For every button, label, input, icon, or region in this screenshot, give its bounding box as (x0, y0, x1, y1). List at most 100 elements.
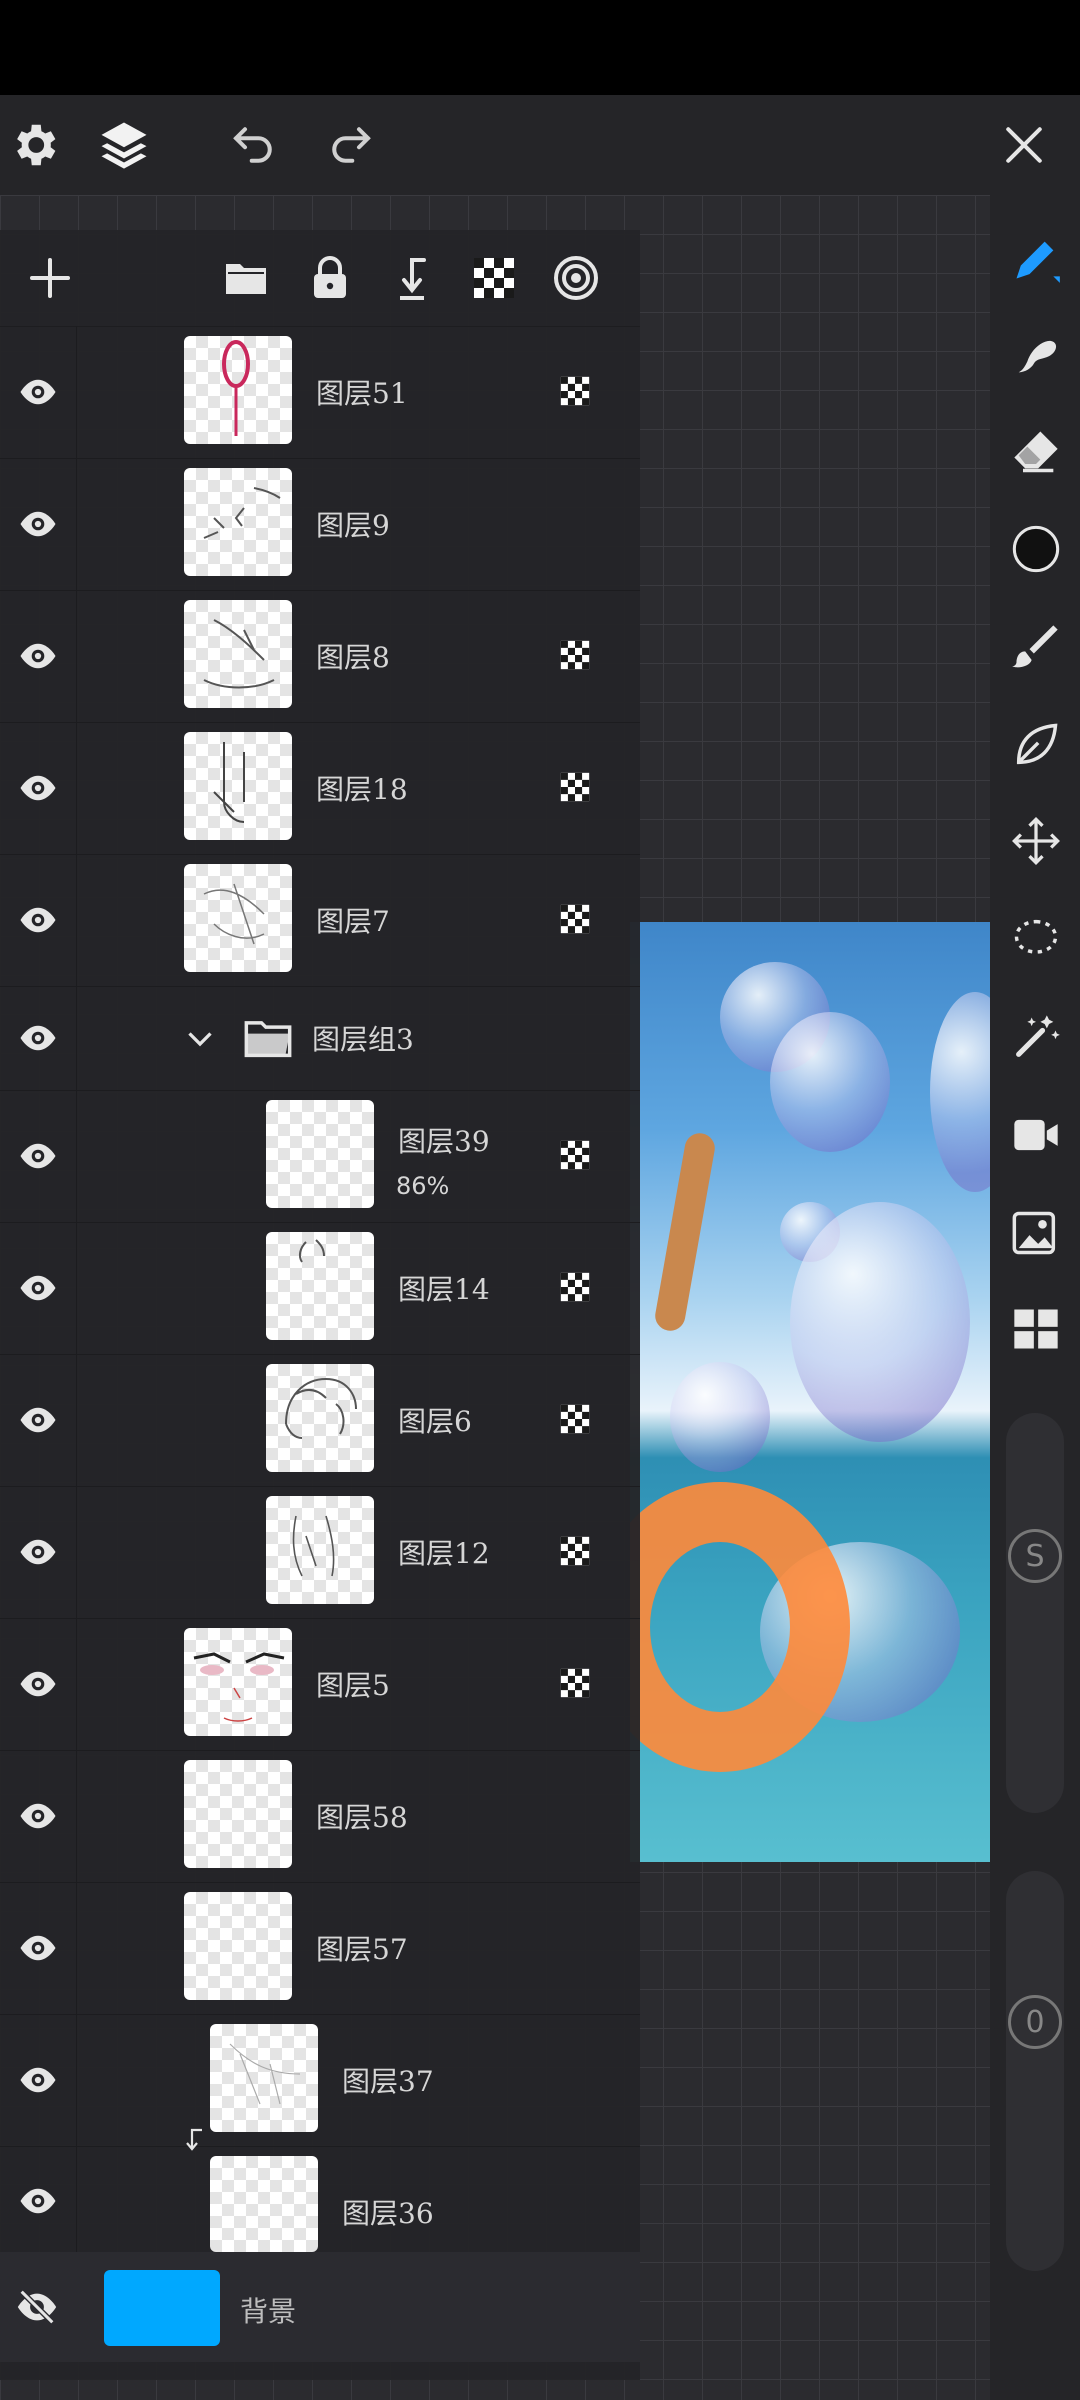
eraser-icon[interactable] (1008, 423, 1064, 479)
layer-row[interactable]: 图层8 (0, 590, 640, 723)
visibility-eye-icon[interactable] (0, 2146, 77, 2256)
layer-thumbnail (184, 600, 292, 708)
layer-row[interactable]: 图层39 86% (0, 1090, 640, 1223)
visibility-eye-icon[interactable] (0, 1882, 77, 2014)
layer-name: 图层39 (398, 1125, 490, 1158)
layer-name: 图层36 (342, 2197, 434, 2230)
visibility-eye-icon[interactable] (0, 1354, 77, 1486)
folder-icon[interactable] (218, 250, 274, 306)
alpha-lock-icon[interactable] (558, 1138, 592, 1172)
add-layer-icon[interactable] (22, 250, 78, 306)
layer-opacity: 86% (396, 1172, 450, 1200)
layer-row[interactable]: 图层9 (0, 458, 640, 591)
image-icon[interactable] (1008, 1205, 1064, 1261)
layer-row[interactable]: 图层18 (0, 722, 640, 855)
alpha-lock-icon[interactable] (558, 902, 592, 936)
status-bar (0, 0, 1080, 95)
hidden-eye-icon[interactable] (14, 2284, 60, 2330)
size-knob[interactable]: S (1008, 1529, 1062, 1583)
opacity-knob[interactable]: 0 (1008, 1995, 1062, 2049)
layer-row[interactable]: 图层14 (0, 1222, 640, 1355)
layer-row[interactable]: 图层37 (0, 2014, 640, 2151)
pen-icon[interactable] (1008, 231, 1064, 287)
move-icon[interactable] (1008, 813, 1064, 869)
visibility-eye-icon[interactable] (0, 1618, 77, 1750)
layer-name: 图层57 (316, 1933, 408, 1966)
visibility-eye-icon[interactable] (0, 854, 77, 986)
layer-thumbnail (266, 1232, 374, 1340)
layers-panel: 图层51 图层9 图层8 图层18 图层7 图层组3 图层39 86% 图层14… (0, 230, 640, 2380)
visibility-eye-icon[interactable] (0, 1090, 77, 1222)
artwork-preview (630, 922, 990, 1862)
grid-icon[interactable] (1008, 1301, 1064, 1357)
alpha-lock-icon[interactable] (558, 1270, 592, 1304)
alpha-lock-icon[interactable] (466, 250, 522, 306)
group-name: 图层组3 (312, 1023, 414, 1056)
visibility-eye-icon[interactable] (0, 458, 77, 590)
layer-name: 图层5 (316, 1669, 390, 1702)
redo-icon[interactable] (318, 113, 382, 177)
layer-thumbnail (266, 1100, 374, 1208)
layer-thumbnail (184, 864, 292, 972)
video-icon[interactable] (1008, 1107, 1064, 1163)
visibility-eye-icon[interactable] (0, 986, 77, 1090)
visibility-eye-icon[interactable] (0, 590, 77, 722)
visibility-eye-icon[interactable] (0, 2014, 77, 2146)
brush-size-slider[interactable]: S (1006, 1413, 1064, 1813)
layer-row[interactable]: 图层12 (0, 1486, 640, 1619)
layer-name: 图层58 (316, 1801, 408, 1834)
top-toolbar (0, 95, 1080, 196)
layer-thumbnail (266, 1364, 374, 1472)
layer-row[interactable]: 图层6 (0, 1354, 640, 1487)
layer-row[interactable]: 图层7 (0, 854, 640, 987)
background-layer-row[interactable]: 背景 (0, 2252, 640, 2362)
brush-icon[interactable] (1008, 619, 1064, 675)
layer-name: 图层18 (316, 773, 408, 806)
layer-row[interactable]: 图层5 (0, 1618, 640, 1751)
lasso-icon[interactable] (1008, 911, 1064, 967)
visibility-eye-icon[interactable] (0, 1222, 77, 1354)
chevron-down-icon[interactable] (182, 1020, 218, 1056)
merge-down-icon[interactable] (384, 250, 440, 306)
visibility-eye-icon[interactable] (0, 722, 77, 854)
background-color-swatch[interactable] (104, 2270, 220, 2346)
layer-row[interactable]: 图层51 (0, 326, 640, 459)
clipping-icon[interactable] (548, 250, 604, 306)
color-icon[interactable] (1008, 521, 1064, 577)
layer-group-row[interactable]: 图层组3 (0, 986, 640, 1091)
settings-icon[interactable] (2, 113, 66, 177)
layer-name: 图层51 (316, 377, 408, 410)
background-layer-name: 背景 (240, 2295, 297, 2328)
alpha-lock-icon[interactable] (558, 1666, 592, 1700)
undo-icon[interactable] (222, 113, 286, 177)
leaf-icon[interactable] (1008, 717, 1064, 773)
alpha-lock-icon[interactable] (558, 1534, 592, 1568)
layer-thumbnail (210, 2024, 318, 2132)
alpha-lock-icon[interactable] (558, 1402, 592, 1436)
close-icon[interactable] (992, 113, 1056, 177)
layer-row[interactable]: 图层58 (0, 1750, 640, 1883)
layer-name: 图层14 (398, 1273, 490, 1306)
alpha-lock-icon[interactable] (558, 638, 592, 672)
layer-row[interactable]: 图层57 (0, 1882, 640, 2015)
layers-toolbar (0, 230, 640, 327)
layer-thumbnail (184, 1892, 292, 2000)
visibility-eye-icon[interactable] (0, 1486, 77, 1618)
opacity-slider[interactable]: 0 (1006, 1871, 1064, 2271)
visibility-eye-icon[interactable] (0, 1750, 77, 1882)
layers-icon[interactable] (92, 113, 156, 177)
layer-thumbnail (184, 468, 292, 576)
smudge-icon[interactable] (1008, 327, 1064, 383)
layer-row[interactable]: 图层36 (0, 2146, 640, 2257)
alpha-lock-icon[interactable] (558, 374, 592, 408)
visibility-eye-icon[interactable] (0, 326, 77, 458)
layer-thumbnail (184, 336, 292, 444)
folder-icon (240, 1012, 296, 1064)
right-toolbar: S 0 (990, 195, 1080, 2400)
layer-thumbnail (184, 1628, 292, 1736)
layer-name: 图层8 (316, 641, 390, 674)
magic-wand-icon[interactable] (1008, 1009, 1064, 1065)
lock-icon[interactable] (302, 250, 358, 306)
alpha-lock-icon[interactable] (558, 770, 592, 804)
layer-thumbnail (184, 1760, 292, 1868)
